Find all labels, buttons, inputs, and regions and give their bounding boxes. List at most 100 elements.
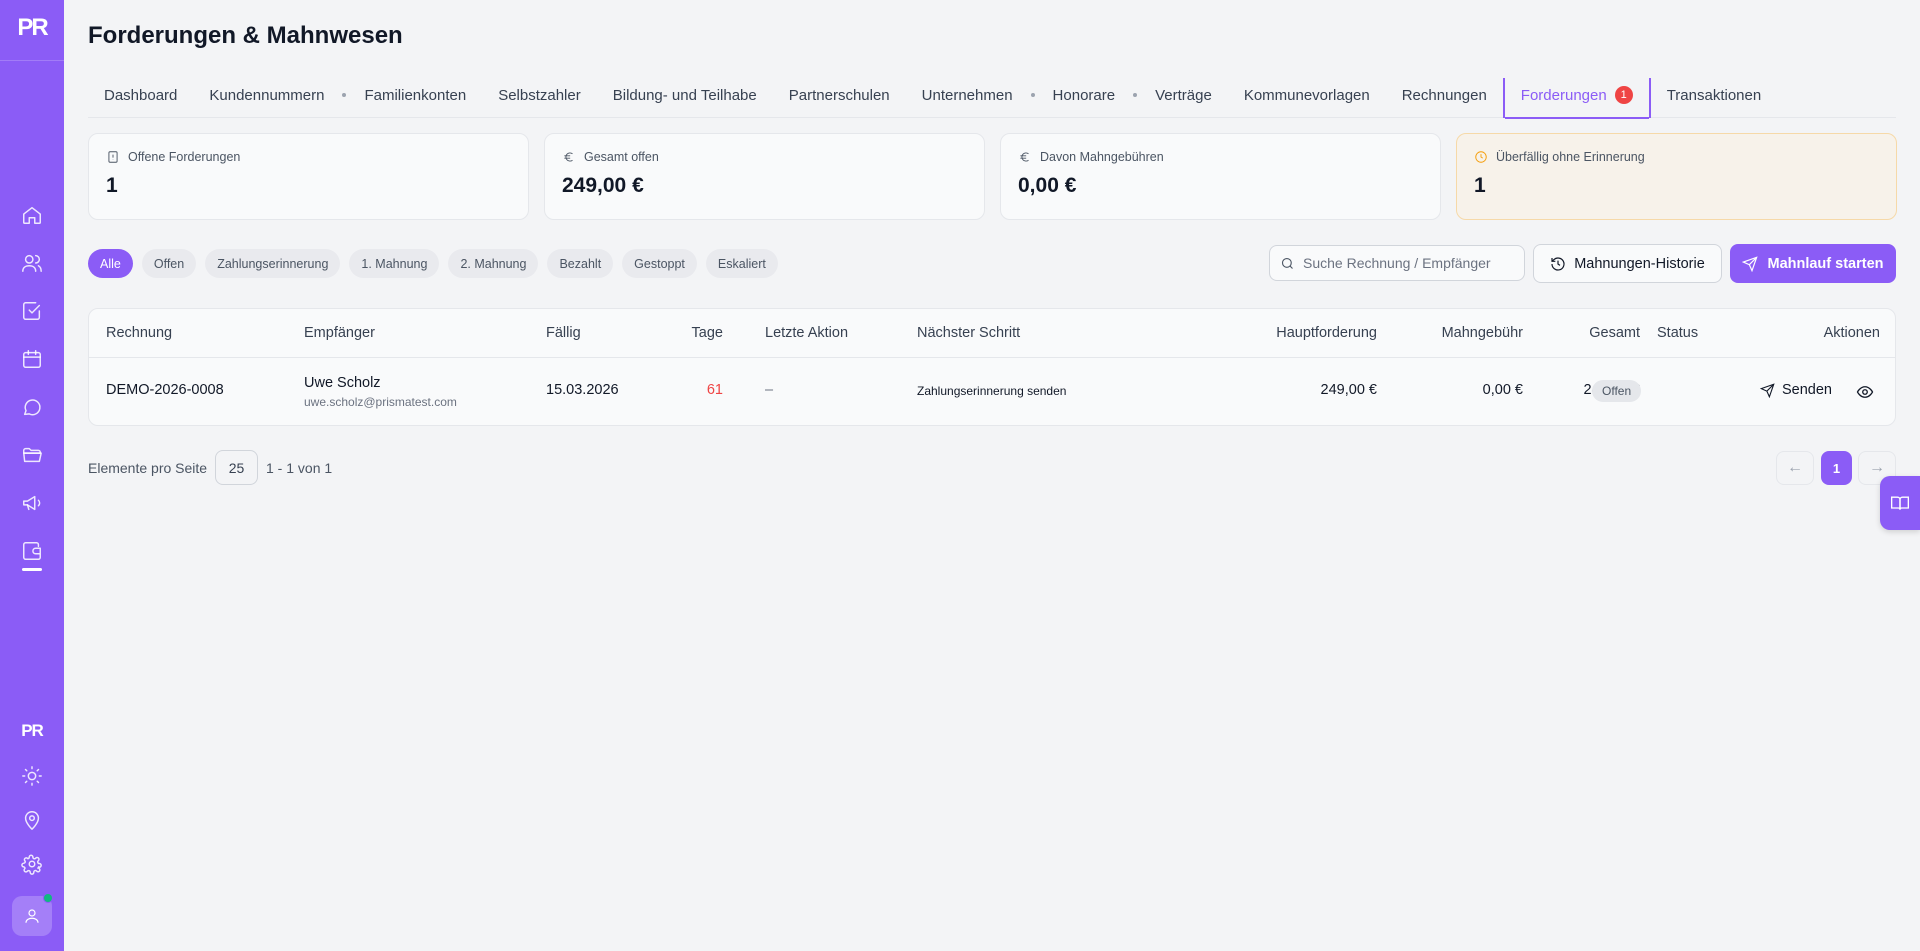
- table-header-divider: [89, 357, 1895, 358]
- search-icon: [1281, 257, 1293, 269]
- location-pin-icon[interactable]: [20, 808, 44, 832]
- filter-chip-offen[interactable]: Offen: [141, 249, 197, 278]
- tab-separator-dot: [1133, 92, 1138, 97]
- filter-chip-2-mahnung[interactable]: 2. Mahnung: [448, 249, 539, 278]
- pagination-range: 1 - 1 von 1: [266, 460, 333, 476]
- history-icon: [1551, 256, 1565, 271]
- items-per-page-select[interactable]: 25: [215, 450, 258, 485]
- mahnungen-historie-button[interactable]: Mahnungen-Historie: [1533, 244, 1722, 283]
- tab-kommunevorlagen[interactable]: Kommunevorlagen: [1228, 78, 1386, 118]
- stat-value: 1: [1474, 174, 1486, 197]
- sun-icon[interactable]: [20, 764, 44, 788]
- tab-bar: Dashboard Kundennummern Familienkonten S…: [88, 78, 1896, 119]
- filter-chip-bezahlt[interactable]: Bezahlt: [547, 249, 614, 278]
- cell-mahngebuehr: 0,00 €: [1482, 382, 1523, 398]
- tab-partnerschulen[interactable]: Partnerschulen: [773, 78, 906, 118]
- cell-faellig: 15.03.2026: [546, 382, 619, 398]
- cell-rechnung[interactable]: DEMO-2026-0008: [106, 382, 224, 398]
- sidebar: PR PR: [0, 0, 64, 951]
- tab-rechnungen[interactable]: Rechnungen: [1386, 78, 1503, 118]
- euro-icon: [1020, 152, 1029, 162]
- previous-page-button[interactable]: ←: [1776, 451, 1814, 485]
- send-reminder-button[interactable]: Senden: [1760, 382, 1832, 398]
- help-docs-button[interactable]: [1880, 476, 1920, 530]
- stat-card-offene-forderungen: Offene Forderungen 1: [88, 133, 529, 220]
- mahnlauf-starten-button[interactable]: Mahnlauf starten: [1730, 244, 1896, 283]
- stat-label: Davon Mahngebühren: [1040, 150, 1164, 164]
- home-icon[interactable]: [20, 203, 44, 227]
- tab-transaktionen[interactable]: Transaktionen: [1651, 78, 1778, 118]
- stat-value: 0,00 €: [1018, 174, 1077, 197]
- calendar-icon[interactable]: [20, 347, 44, 371]
- book-open-icon: [1891, 496, 1909, 510]
- mahnlauf-starten-label: Mahnlauf starten: [1767, 255, 1884, 272]
- column-header-tage[interactable]: Tage: [669, 325, 723, 341]
- tab-count-badge: 1: [1614, 86, 1633, 104]
- stat-label: Offene Forderungen: [128, 150, 241, 164]
- checkbox-icon[interactable]: [20, 299, 44, 323]
- mahnungen-historie-label: Mahnungen-Historie: [1574, 255, 1705, 272]
- tab-separator-dot: [1030, 92, 1035, 97]
- status-filter-bar: Alle Offen Zahlungserinnerung 1. Mahnung…: [88, 249, 778, 278]
- sidebar-divider: [0, 60, 64, 61]
- filter-chip-1-mahnung[interactable]: 1. Mahnung: [349, 249, 440, 278]
- tab-dashboard[interactable]: Dashboard: [88, 78, 193, 118]
- filter-chip-eskaliert[interactable]: Eskaliert: [705, 249, 778, 278]
- column-header-letzte-aktion[interactable]: Letzte Aktion: [765, 325, 848, 341]
- stat-card-ueberfaellig: Überfällig ohne Erinnerung 1: [1456, 133, 1897, 220]
- eye-icon: [1856, 386, 1874, 398]
- tab-forderungen-label: Forderungen: [1520, 86, 1607, 104]
- tab-selbstzahler[interactable]: Selbstzahler: [482, 78, 597, 118]
- tab-forderungen[interactable]: Forderungen 1: [1502, 78, 1651, 119]
- chat-icon[interactable]: [20, 395, 44, 419]
- send-icon: [1742, 255, 1759, 272]
- column-header-hauptforderung[interactable]: Hauptforderung: [1169, 325, 1377, 341]
- send-reminder-label: Senden: [1782, 382, 1832, 398]
- cell-empfaenger-name: Uwe Scholz: [304, 375, 381, 391]
- column-header-status[interactable]: Status: [1657, 325, 1698, 341]
- users-icon[interactable]: [20, 251, 44, 275]
- cell-empfaenger-email: uwe.scholz@prismatest.com: [304, 395, 457, 409]
- tab-kundennummern[interactable]: Kundennummern: [193, 78, 340, 118]
- column-header-mahngebuehr[interactable]: Mahngebühr: [1389, 325, 1523, 341]
- euro-icon: [564, 152, 573, 162]
- user-icon: [25, 909, 39, 923]
- stat-card-gesamt-offen: Gesamt offen 249,00 €: [544, 133, 985, 220]
- cell-letzte-aktion: –: [765, 382, 774, 398]
- online-status-dot: [43, 893, 53, 903]
- stat-label: Überfällig ohne Erinnerung: [1496, 150, 1645, 164]
- tab-unternehmen[interactable]: Unternehmen: [906, 78, 1029, 118]
- stat-card-mahngebuehren: Davon Mahngebühren 0,00 €: [1000, 133, 1441, 220]
- column-header-empfaenger[interactable]: Empfänger: [304, 325, 375, 341]
- tab-honorare[interactable]: Honorare: [1037, 78, 1132, 118]
- filter-chip-alle[interactable]: Alle: [88, 249, 133, 278]
- stat-value: 1: [106, 174, 118, 197]
- column-header-faellig[interactable]: Fällig: [546, 325, 581, 341]
- tab-vertraege[interactable]: Verträge: [1139, 78, 1228, 118]
- stat-value: 249,00 €: [562, 174, 644, 197]
- tab-bildung-teilhabe[interactable]: Bildung- und Teilhabe: [597, 78, 773, 118]
- tab-familienkonten[interactable]: Familienkonten: [348, 78, 482, 118]
- folder-icon[interactable]: [20, 443, 44, 467]
- page-number-button[interactable]: 1: [1821, 451, 1852, 485]
- column-header-naechster-schritt[interactable]: Nächster Schritt: [917, 325, 1020, 341]
- wallet-icon[interactable]: [20, 539, 44, 563]
- filter-chip-zahlungserinnerung[interactable]: Zahlungserinnerung: [205, 249, 341, 278]
- search-input[interactable]: [1303, 255, 1513, 271]
- stat-label: Gesamt offen: [584, 150, 659, 164]
- filter-chip-gestoppt[interactable]: Gestoppt: [622, 249, 697, 278]
- alert-file-icon: [108, 151, 118, 163]
- app-logo[interactable]: PR: [14, 14, 50, 42]
- sidebar-active-indicator: [22, 568, 42, 571]
- megaphone-icon[interactable]: [20, 491, 44, 515]
- cell-tage-overdue: 61: [706, 382, 723, 398]
- gear-icon[interactable]: [20, 852, 44, 876]
- cell-naechster-schritt: Zahlungserinnerung senden: [917, 384, 1067, 398]
- clock-icon: [1475, 151, 1487, 163]
- view-details-button[interactable]: [1856, 383, 1874, 401]
- send-icon: [1760, 382, 1775, 398]
- column-header-gesamt[interactable]: Gesamt: [1529, 325, 1640, 341]
- column-header-rechnung[interactable]: Rechnung: [106, 325, 172, 341]
- status-badge: Offen: [1592, 380, 1642, 402]
- column-header-aktionen: Aktionen: [1823, 325, 1880, 341]
